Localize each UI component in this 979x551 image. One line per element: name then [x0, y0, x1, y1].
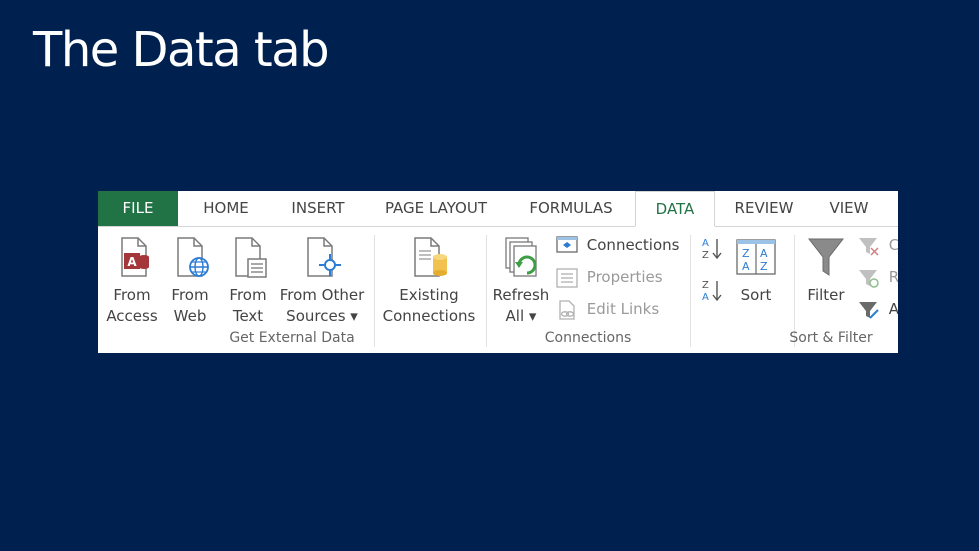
- group-label-connections: Connections: [544, 330, 632, 346]
- excel-ribbon: FILE HOME INSERT PAGE LAYOUT FORMULAS DA…: [98, 191, 898, 353]
- tab-review[interactable]: REVIEW: [726, 191, 802, 226]
- sort-descending-icon: Z A: [702, 280, 722, 303]
- advanced-filter-icon: [859, 301, 879, 319]
- tab-file[interactable]: FILE: [98, 191, 178, 226]
- from-access-label-1: From: [113, 286, 151, 304]
- group-label-sort-filter: Sort & Filter: [789, 330, 873, 346]
- filter-funnel-icon: [807, 238, 845, 276]
- tab-home[interactable]: HOME: [191, 191, 261, 226]
- sort-label: Sort: [740, 286, 772, 304]
- refresh-icon: [505, 237, 537, 277]
- svg-text:A: A: [760, 247, 768, 260]
- existing-connections-label-2: Connections: [382, 307, 476, 325]
- refresh-all-label-2: All ▾: [505, 307, 537, 325]
- web-globe-icon: [177, 237, 209, 277]
- clear-filter-icon: [859, 237, 879, 256]
- tab-data[interactable]: DATA: [635, 191, 715, 227]
- refresh-all-button[interactable]: Refresh All ▾: [492, 235, 550, 327]
- svg-text:Z: Z: [702, 280, 709, 291]
- other-sources-icon: [307, 237, 341, 277]
- group-label-get-external-data: Get External Data: [229, 330, 355, 346]
- reapply-filter-button[interactable]: R: [858, 265, 898, 289]
- clear-filter-label: C: [888, 236, 898, 254]
- sort-a-to-z-button[interactable]: A Z: [700, 235, 726, 261]
- filter-button[interactable]: Filter: [800, 235, 852, 306]
- svg-text:Z: Z: [760, 260, 768, 273]
- slide-title: The Data tab: [33, 22, 330, 78]
- tab-page-layout[interactable]: PAGE LAYOUT: [374, 191, 498, 226]
- sort-z-to-a-button[interactable]: Z A: [700, 277, 726, 303]
- existing-connections-button[interactable]: Existing Connections: [380, 235, 478, 327]
- from-web-label-2: Web: [173, 307, 207, 325]
- svg-text:Z: Z: [742, 247, 750, 260]
- from-text-button[interactable]: From Text: [222, 235, 274, 327]
- from-access-button[interactable]: A From Access: [106, 235, 158, 327]
- edit-links-label: Edit Links: [586, 300, 660, 318]
- connections-label: Connections: [586, 236, 680, 254]
- svg-text:Z: Z: [702, 250, 709, 261]
- properties-button[interactable]: Properties: [556, 265, 663, 289]
- svg-text:A: A: [127, 255, 137, 269]
- edit-links-button[interactable]: Edit Links: [556, 297, 659, 321]
- ribbon-body: A From Access From Web From Text From Ot…: [98, 227, 898, 353]
- from-text-label-1: From: [229, 286, 267, 304]
- from-other-label-2: Sources ▾: [286, 307, 358, 325]
- existing-connections-label-1: Existing: [399, 286, 459, 304]
- from-access-label-2: Access: [106, 307, 158, 325]
- properties-icon: [556, 267, 578, 288]
- properties-label: Properties: [586, 268, 663, 286]
- svg-text:A: A: [702, 292, 709, 303]
- from-other-label-1: From Other: [279, 286, 365, 304]
- refresh-all-label-1: Refresh: [492, 286, 550, 304]
- from-text-label-2: Text: [232, 307, 264, 325]
- svg-text:A: A: [742, 260, 750, 273]
- filter-label: Filter: [807, 286, 845, 304]
- connections-button[interactable]: Connections: [556, 233, 679, 257]
- edit-links-icon: [559, 299, 575, 320]
- sort-button[interactable]: Z A A Z Sort: [730, 235, 782, 306]
- connections-icon: [556, 235, 578, 253]
- text-file-icon: [235, 237, 267, 278]
- reapply-filter-icon: [859, 269, 879, 288]
- advanced-filter-button[interactable]: A: [858, 297, 898, 321]
- sort-dialog-icon: Z A A Z: [736, 239, 776, 275]
- reapply-filter-label: R: [888, 268, 898, 286]
- ribbon-tab-bar: FILE HOME INSERT PAGE LAYOUT FORMULAS DA…: [98, 191, 898, 227]
- tab-formulas[interactable]: FORMULAS: [518, 191, 624, 226]
- from-other-sources-button[interactable]: From Other Sources ▾: [278, 235, 366, 327]
- tab-insert[interactable]: INSERT: [278, 191, 358, 226]
- existing-connections-icon: [414, 237, 447, 277]
- tab-view[interactable]: VIEW: [818, 191, 880, 226]
- from-web-label-1: From: [171, 286, 209, 304]
- sort-ascending-icon: A Z: [702, 238, 722, 261]
- access-database-icon: A: [121, 237, 149, 277]
- advanced-filter-label: A: [888, 300, 898, 318]
- svg-text:A: A: [702, 238, 709, 249]
- clear-filter-button[interactable]: C: [858, 233, 898, 257]
- from-web-button[interactable]: From Web: [164, 235, 216, 327]
